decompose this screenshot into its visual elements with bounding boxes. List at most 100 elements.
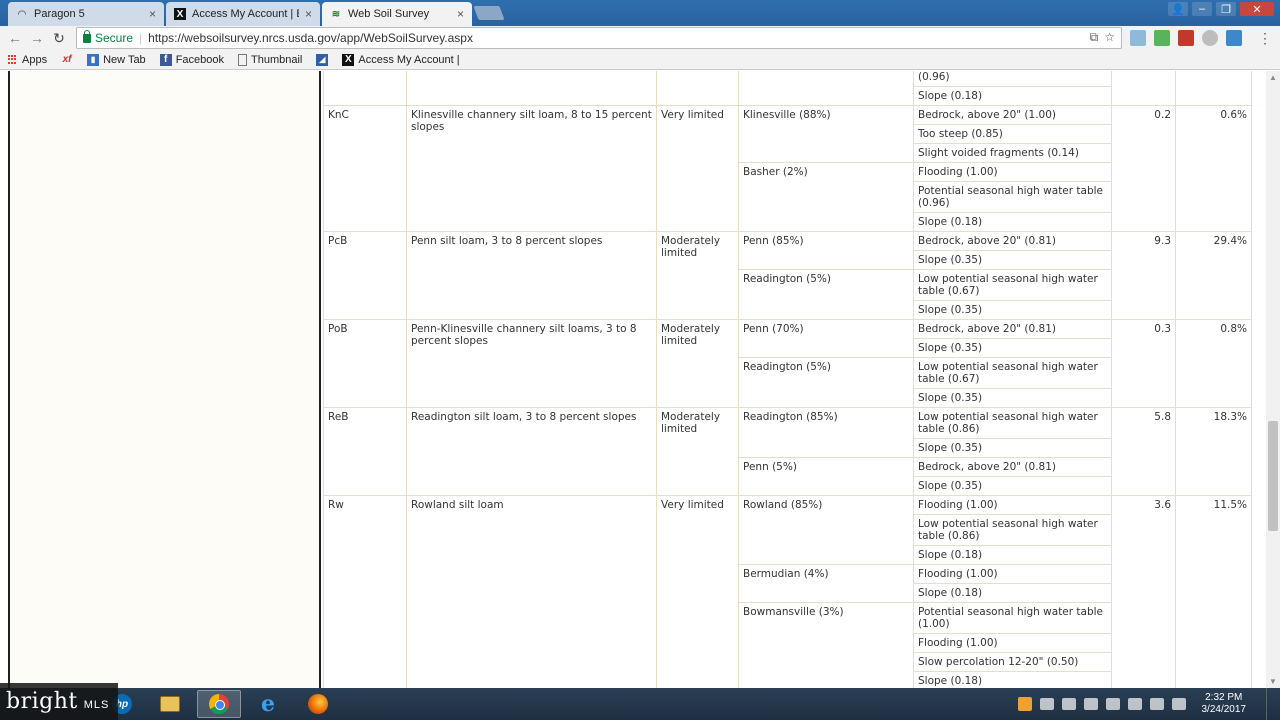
component-name: Readington (85%) (738, 407, 914, 458)
rating-reason: Low potential seasonal high water table … (913, 357, 1112, 389)
extension-icon[interactable] (1202, 30, 1218, 46)
reload-icon[interactable]: ↻ (50, 30, 68, 47)
cast-icon[interactable]: ⧉ (1090, 30, 1099, 45)
forward-arrow-icon[interactable]: → (28, 30, 46, 46)
tray-icon[interactable] (1083, 698, 1098, 710)
bookmark-facebook[interactable]: f Facebook (159, 53, 224, 66)
scroll-up-icon[interactable]: ▲ (1269, 73, 1277, 82)
bookmark-access-my-account[interactable]: X Access My Account | (342, 53, 460, 66)
new-tab-button[interactable] (473, 6, 505, 20)
maximize-icon[interactable]: ❐ (1216, 2, 1236, 16)
vertical-scrollbar[interactable]: ▲ ▼ (1266, 71, 1280, 688)
acres-in-aoi: 3.6 (1111, 495, 1176, 688)
user-icon[interactable]: 👤 (1168, 2, 1188, 16)
star-icon[interactable]: ☆ (1104, 30, 1115, 45)
tray-icon[interactable] (1105, 698, 1120, 710)
flag-icon[interactable] (1171, 698, 1186, 710)
menu-icon[interactable]: ⋮ (1258, 30, 1272, 47)
rating-reason: Flooding (1.00) (913, 564, 1112, 584)
percent-of-aoi: 0.8% (1175, 319, 1252, 408)
bookmark-thumbnail[interactable]: Thumbnail (238, 53, 302, 66)
rating-reason: Bedrock, above 20" (0.81) (913, 231, 1112, 251)
url-text[interactable]: https://websoilsurvey.nrcs.usda.gov/app/… (148, 31, 473, 45)
clock[interactable]: 2:32 PM 3/24/2017 (1202, 692, 1247, 716)
rating: Moderately limited (656, 319, 739, 408)
table-cell (323, 71, 407, 106)
component-name: Basher (2%) (738, 162, 914, 232)
facebook-icon: f (159, 53, 172, 66)
component-name: Readington (5%) (738, 269, 914, 320)
map-unit-symbol: KnC (323, 105, 407, 232)
rating: Moderately limited (656, 407, 739, 496)
back-arrow-icon[interactable]: ← (6, 30, 24, 46)
omnibox-actions: ⧉ ☆ (1090, 30, 1115, 45)
bookmarks-bar: Apps xf ▮ New Tab f Facebook Thumbnail ◢… (0, 50, 1280, 70)
scroll-down-icon[interactable]: ▼ (1269, 677, 1277, 686)
table-cell (738, 71, 914, 106)
window-controls: 👤 – ❐ ✕ (1168, 2, 1274, 16)
tray-icon[interactable] (1061, 698, 1076, 710)
map-unit-name: Penn-Klinesville channery silt loams, 3 … (406, 319, 657, 408)
table-row: Rw Rowland silt loam Very limited Rowland (… (323, 495, 1252, 688)
watermark-sub: MLS (83, 698, 110, 711)
rating-reason: (0.96) (913, 71, 1112, 87)
page-content: (0.96) Slope (0.18) KnC Klinesville chann… (0, 71, 1280, 688)
chrome-icon (209, 694, 229, 714)
table-cell (1175, 71, 1252, 106)
rating: Very limited (656, 105, 739, 232)
bookmark-blue[interactable]: ◢ (316, 53, 329, 66)
extension-icon[interactable] (1130, 30, 1146, 46)
rating-reason: Potential seasonal high water table (0.9… (913, 181, 1112, 213)
internet-explorer-icon: e (261, 691, 275, 717)
browser-toolbar: ← → ↻ Secure | https://websoilsurvey.nrc… (0, 26, 1280, 50)
rating: Moderately limited (656, 231, 739, 320)
minimize-icon[interactable]: – (1192, 2, 1212, 16)
map-unit-name: Klinesville channery silt loam, 8 to 15 … (406, 105, 657, 232)
percent-of-aoi: 11.5% (1175, 495, 1252, 688)
table-row: (0.96) (323, 71, 1252, 106)
page-icon (238, 53, 247, 66)
volume-icon[interactable] (1149, 698, 1164, 710)
bookmark-apps[interactable]: Apps (8, 54, 47, 66)
bookmark-label: New Tab (103, 53, 146, 66)
taskbar-internet-explorer[interactable]: e (246, 690, 290, 718)
component-name: Penn (5%) (738, 457, 914, 496)
taskbar-chrome[interactable] (197, 690, 241, 718)
close-window-icon[interactable]: ✕ (1240, 2, 1274, 16)
close-icon[interactable]: × (457, 7, 464, 21)
rating-reason: Low potential seasonal high water table … (913, 269, 1112, 301)
secure-indicator[interactable]: Secure (83, 29, 133, 45)
bookmark-new-tab[interactable]: ▮ New Tab (87, 53, 146, 66)
taskbar-folder[interactable] (148, 690, 192, 718)
extension-icon[interactable] (1154, 30, 1170, 46)
address-bar[interactable]: Secure | https://websoilsurvey.nrcs.usda… (76, 27, 1122, 49)
taskbar-firefox[interactable] (296, 690, 340, 718)
component-name: Penn (85%) (738, 231, 914, 270)
scroll-thumb[interactable] (1268, 421, 1278, 531)
table-row: PcB Penn silt loam, 3 to 8 percent slopes… (323, 231, 1252, 320)
rating-reason: Too steep (0.85) (913, 124, 1112, 144)
rating: Very limited (656, 495, 739, 688)
rating-reason: Low potential seasonal high water table … (913, 407, 1112, 439)
tray-icon[interactable] (1039, 698, 1054, 710)
table-cell (1111, 71, 1176, 106)
rating-reason: Potential seasonal high water table (1.0… (913, 602, 1112, 634)
acres-in-aoi: 0.2 (1111, 105, 1176, 232)
network-icon[interactable] (1127, 698, 1142, 710)
show-desktop-button[interactable] (1266, 688, 1280, 720)
tab-paragon[interactable]: ◠ Paragon 5 × (8, 2, 164, 26)
extension-icon[interactable] (1226, 30, 1242, 46)
map-unit-symbol: Rw (323, 495, 407, 688)
rating-reason: Bedrock, above 20" (0.81) (913, 457, 1112, 477)
acres-in-aoi: 0.3 (1111, 319, 1176, 408)
xf-icon: xf (62, 54, 72, 65)
close-icon[interactable]: × (149, 7, 156, 21)
tab-access-my-account[interactable]: X Access My Account | Em × (166, 2, 320, 26)
warning-icon[interactable] (1017, 697, 1032, 711)
paragon-icon: ◠ (17, 8, 27, 20)
rating-reason: Slope (0.18) (913, 86, 1112, 106)
extension-icon[interactable] (1178, 30, 1194, 46)
tab-web-soil-survey[interactable]: ≋ Web Soil Survey × (322, 2, 472, 26)
bookmark-xf[interactable]: xf (61, 54, 73, 66)
close-icon[interactable]: × (305, 7, 312, 21)
